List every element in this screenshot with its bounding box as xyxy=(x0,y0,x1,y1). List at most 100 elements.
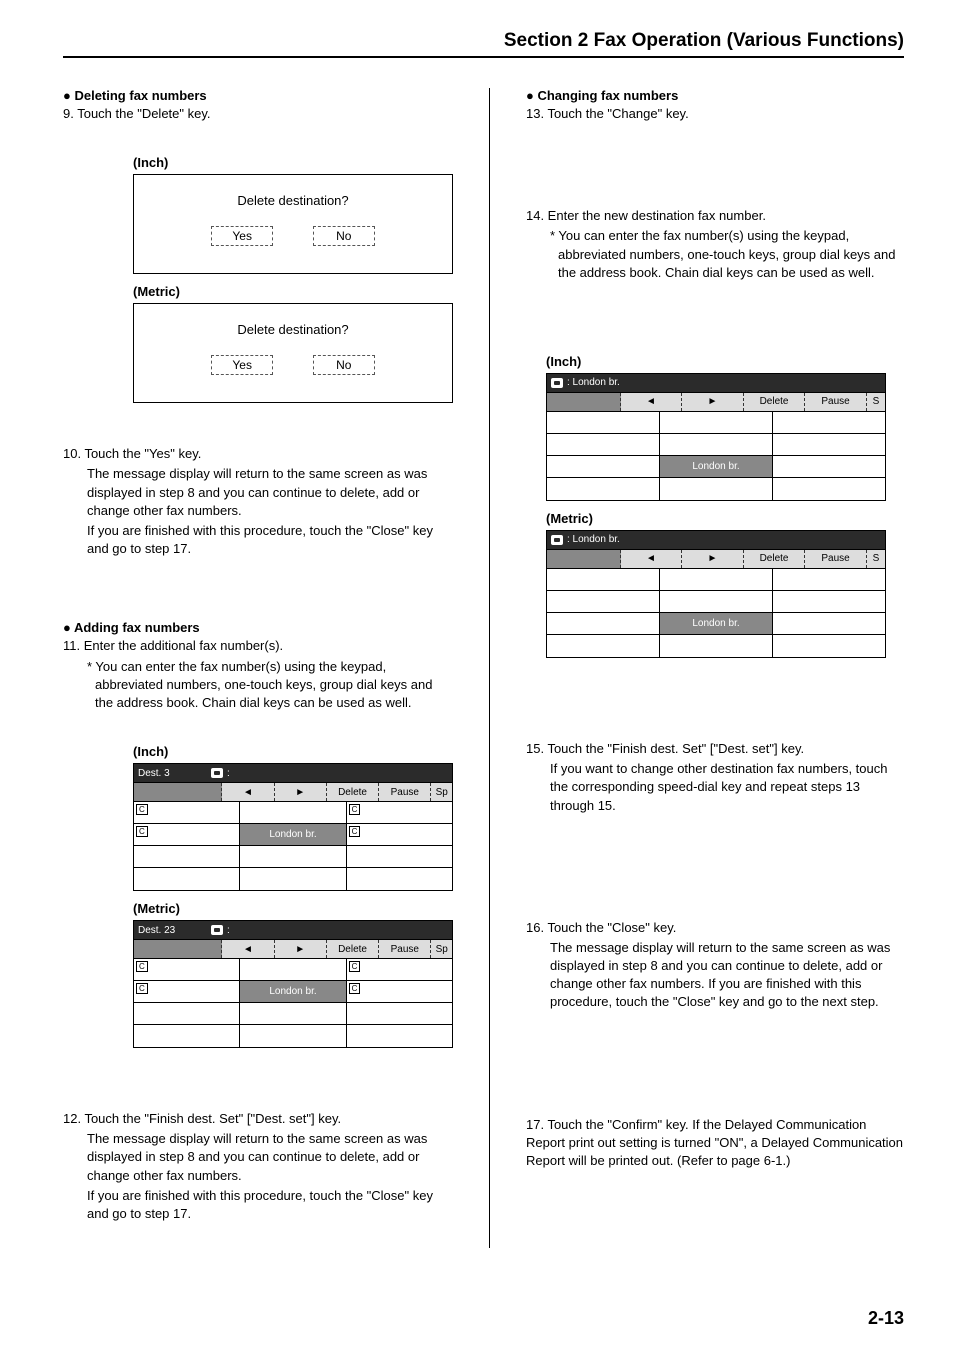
list-cell[interactable] xyxy=(773,412,885,434)
london-cell[interactable]: London br. xyxy=(240,824,346,846)
pause-button[interactable]: Pause xyxy=(805,550,867,568)
step-10-body: The message display will return to the s… xyxy=(63,465,453,520)
list-cell[interactable] xyxy=(547,613,660,635)
list-cell[interactable] xyxy=(240,868,346,890)
list-cell[interactable] xyxy=(240,1025,346,1047)
list-cell[interactable] xyxy=(134,868,240,890)
list-cell[interactable] xyxy=(547,434,660,456)
list-cell[interactable]: C xyxy=(134,824,240,846)
changing-heading: ● Changing fax numbers xyxy=(526,88,904,103)
list-cell[interactable] xyxy=(240,846,346,868)
delete-button[interactable]: Delete xyxy=(327,783,379,801)
list-cell[interactable]: C xyxy=(134,802,240,824)
phone-icon xyxy=(211,768,223,778)
delete-button[interactable]: Delete xyxy=(744,393,806,411)
arrow-right-button[interactable]: ► xyxy=(275,783,327,801)
list-cell[interactable] xyxy=(773,635,885,657)
dialog-prompt: Delete destination? xyxy=(134,322,452,337)
list-cell[interactable]: C xyxy=(347,981,452,1003)
step-10: 10. Touch the "Yes" key. xyxy=(63,445,453,463)
list-cell[interactable] xyxy=(773,456,885,478)
pause-button[interactable]: Pause xyxy=(379,783,431,801)
yes-button[interactable]: Yes xyxy=(211,226,273,246)
step-11-note: * You can enter the fax number(s) using … xyxy=(63,658,453,713)
yes-button[interactable]: Yes xyxy=(211,355,273,375)
list-cell[interactable] xyxy=(547,478,660,500)
column-divider xyxy=(489,88,490,1248)
delete-button[interactable]: Delete xyxy=(744,550,806,568)
list-cell[interactable] xyxy=(347,846,452,868)
dialog-prompt: Delete destination? xyxy=(134,193,452,208)
delete-dialog-inch: Delete destination? Yes No xyxy=(133,174,453,274)
list-cell[interactable] xyxy=(660,412,773,434)
inch-label-r: (Inch) xyxy=(546,354,904,369)
list-cell[interactable] xyxy=(134,1025,240,1047)
deleting-heading: ● Deleting fax numbers xyxy=(63,88,453,103)
metric-label-r: (Metric) xyxy=(546,511,904,526)
page-number: 2-13 xyxy=(868,1308,904,1329)
step-10-body2: If you are finished with this procedure,… xyxy=(63,522,453,558)
no-button[interactable]: No xyxy=(313,226,375,246)
sp-button[interactable]: Sp xyxy=(431,783,452,801)
london-cell[interactable]: London br. xyxy=(660,613,773,635)
arrow-right-button[interactable]: ► xyxy=(682,550,744,568)
list-cell[interactable]: C xyxy=(134,959,240,981)
pause-button[interactable]: Pause xyxy=(805,393,867,411)
s-button[interactable]: S xyxy=(867,393,885,411)
list-cell[interactable] xyxy=(347,1003,452,1025)
list-cell[interactable] xyxy=(660,569,773,591)
list-cell[interactable] xyxy=(773,591,885,613)
list-cell[interactable] xyxy=(773,569,885,591)
pause-button[interactable]: Pause xyxy=(379,940,431,958)
s-button[interactable]: S xyxy=(867,550,885,568)
phone-icon xyxy=(551,378,563,388)
step-14-note: * You can enter the fax number(s) using … xyxy=(526,227,904,282)
sp-button[interactable]: Sp xyxy=(431,940,452,958)
list-cell[interactable] xyxy=(240,802,346,824)
list-cell[interactable] xyxy=(240,1003,346,1025)
arrow-left-button[interactable]: ◄ xyxy=(621,550,683,568)
list-cell[interactable] xyxy=(547,635,660,657)
list-cell[interactable] xyxy=(660,434,773,456)
list-cell[interactable] xyxy=(773,478,885,500)
inch-label-2: (Inch) xyxy=(133,744,453,759)
list-cell[interactable] xyxy=(547,569,660,591)
london-cell[interactable]: London br. xyxy=(660,456,773,478)
phone-icon xyxy=(551,535,563,545)
list-cell[interactable]: C xyxy=(347,959,452,981)
section-header: Section 2 Fax Operation (Various Functio… xyxy=(63,30,904,58)
arrow-right-button[interactable]: ► xyxy=(275,940,327,958)
inch-label: (Inch) xyxy=(133,155,453,170)
delete-button[interactable]: Delete xyxy=(327,940,379,958)
list-cell[interactable] xyxy=(660,635,773,657)
step-11: 11. Enter the additional fax number(s). xyxy=(63,637,453,655)
step-9: 9. Touch the "Delete" key. xyxy=(63,105,453,123)
list-cell[interactable] xyxy=(660,478,773,500)
list-cell[interactable] xyxy=(240,959,346,981)
metric-label: (Metric) xyxy=(133,284,453,299)
left-column: ● Deleting fax numbers 9. Touch the "Del… xyxy=(63,88,453,1248)
arrow-left-button[interactable]: ◄ xyxy=(222,783,274,801)
list-cell[interactable] xyxy=(547,456,660,478)
london-cell[interactable]: London br. xyxy=(240,981,346,1003)
arrow-left-button[interactable]: ◄ xyxy=(222,940,274,958)
step-16-body: The message display will return to the s… xyxy=(526,939,904,1012)
list-cell[interactable] xyxy=(547,591,660,613)
list-cell[interactable]: C xyxy=(134,981,240,1003)
step-17: 17. Touch the "Confirm" key. If the Dela… xyxy=(526,1116,904,1171)
arrow-right-button[interactable]: ► xyxy=(682,393,744,411)
no-button[interactable]: No xyxy=(313,355,375,375)
list-cell[interactable] xyxy=(773,434,885,456)
list-cell[interactable] xyxy=(773,613,885,635)
list-cell[interactable]: C xyxy=(347,802,452,824)
list-cell[interactable] xyxy=(660,591,773,613)
arrow-left-button[interactable]: ◄ xyxy=(621,393,683,411)
list-cell[interactable] xyxy=(547,412,660,434)
c-icon: C xyxy=(136,804,148,815)
list-cell[interactable] xyxy=(134,1003,240,1025)
list-cell[interactable] xyxy=(347,1025,452,1047)
list-cell[interactable]: C xyxy=(347,824,452,846)
dest-header-metric: Dest. 23 xyxy=(134,921,207,939)
list-cell[interactable] xyxy=(134,846,240,868)
list-cell[interactable] xyxy=(347,868,452,890)
